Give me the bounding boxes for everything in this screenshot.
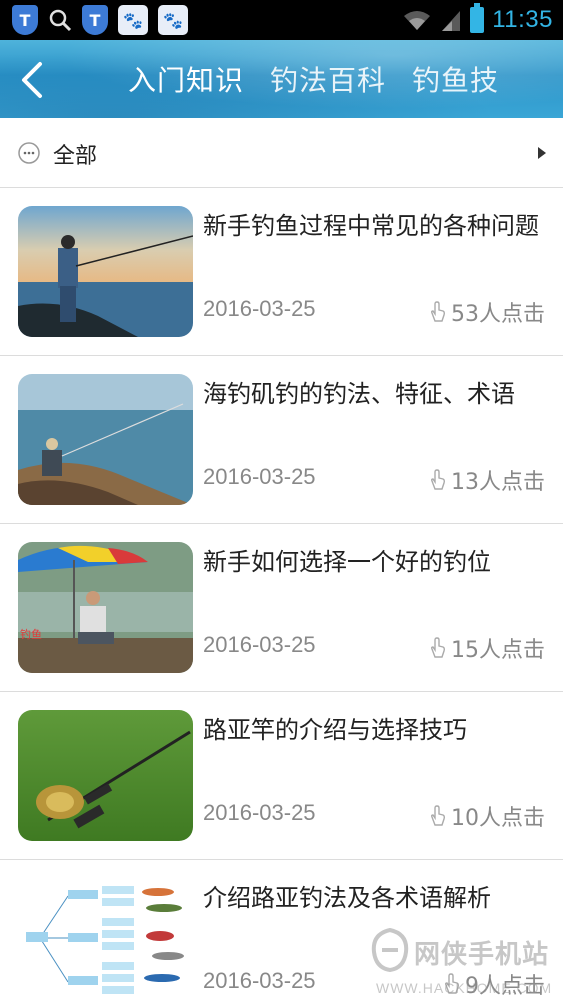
tab-beginner-knowledge[interactable]: 入门知识: [128, 59, 244, 99]
status-bar: T T 🐾 🐾 11:35: [0, 0, 563, 40]
list-item[interactable]: 路亚竿的介绍与选择技巧 2016-03-25 10人点击: [0, 692, 563, 860]
filter-row[interactable]: 全部: [0, 118, 563, 188]
shield-icon: T: [82, 5, 108, 35]
article-date: 2016-03-25: [203, 800, 316, 825]
wifi-icon: [404, 11, 431, 30]
baidu-paw-icon: 🐾: [158, 5, 188, 35]
watermark-text: 网侠手机站: [414, 940, 550, 970]
category-tabs: 入门知识 钓法百科 钓鱼技: [128, 40, 499, 118]
shield-icon: T: [12, 5, 38, 35]
signal-icon: [442, 11, 461, 31]
click-count: 15人点击: [427, 632, 545, 664]
system-icons: 11:35: [402, 3, 553, 36]
site-watermark: 网侠手机站 WWW.HACKHOME.COM: [370, 927, 560, 1000]
hand-tap-icon: [430, 805, 446, 826]
umbrella-fishing-photo: 钓鱼: [18, 542, 193, 673]
article-title: 介绍路亚钓法及各术语解析: [203, 884, 491, 912]
lure-rod-grass-photo: [18, 710, 193, 841]
article-list: 新手钓鱼过程中常见的各种问题 2016-03-25 53人点击 海钓矶钓的钓法、…: [0, 188, 563, 1002]
article-title: 新手如何选择一个好的钓位: [203, 548, 491, 576]
watermark-logo-icon: [371, 927, 409, 973]
top-nav-bar: 入门知识 钓法百科 钓鱼技: [0, 40, 563, 118]
click-count-label: 13人点击: [451, 470, 545, 495]
article-date: 2016-03-25: [203, 632, 316, 657]
article-date: 2016-03-25: [203, 968, 316, 993]
svg-text:钓鱼: 钓鱼: [20, 627, 42, 641]
watermark-url: WWW.HACKHOME.COM: [376, 980, 553, 996]
hand-tap-icon: [430, 301, 446, 322]
list-item[interactable]: 钓鱼 新手如何选择一个好的钓位 2016-03-25 15人点击: [0, 524, 563, 692]
filter-label: 全部: [53, 144, 98, 169]
tab-fishing-methods[interactable]: 钓法百科: [270, 59, 386, 99]
baidu-paw-icon: 🐾: [118, 5, 148, 35]
notification-icons: T T 🐾 🐾: [12, 4, 188, 36]
tab-fishing-skills[interactable]: 钓鱼技: [412, 59, 499, 99]
chevron-right-icon: [538, 147, 546, 159]
clock: 11:35: [492, 6, 553, 33]
rock-fishing-photo: [18, 374, 193, 505]
list-item[interactable]: 新手钓鱼过程中常见的各种问题 2016-03-25 53人点击: [0, 188, 563, 356]
search-icon: [49, 9, 72, 32]
article-title: 海钓矶钓的钓法、特征、术语: [203, 380, 515, 408]
lure-mindmap-photo: [18, 878, 193, 1002]
article-date: 2016-03-25: [203, 464, 316, 489]
article-date: 2016-03-25: [203, 296, 316, 321]
list-item[interactable]: 海钓矶钓的钓法、特征、术语 2016-03-25 13人点击: [0, 356, 563, 524]
hand-tap-icon: [430, 469, 446, 490]
fisherman-sea-photo: [18, 206, 193, 337]
hand-tap-icon: [430, 637, 446, 658]
click-count-label: 15人点击: [451, 638, 545, 663]
more-circle-icon: [18, 142, 40, 164]
click-count: 13人点击: [427, 464, 545, 496]
article-title: 新手钓鱼过程中常见的各种问题: [203, 212, 539, 240]
click-count-label: 10人点击: [451, 806, 545, 831]
back-arrow-icon[interactable]: [14, 58, 54, 102]
click-count: 53人点击: [427, 296, 545, 328]
article-title: 路亚竿的介绍与选择技巧: [203, 716, 467, 744]
click-count: 10人点击: [427, 800, 545, 832]
battery-icon: [470, 3, 485, 33]
click-count-label: 53人点击: [451, 302, 545, 327]
